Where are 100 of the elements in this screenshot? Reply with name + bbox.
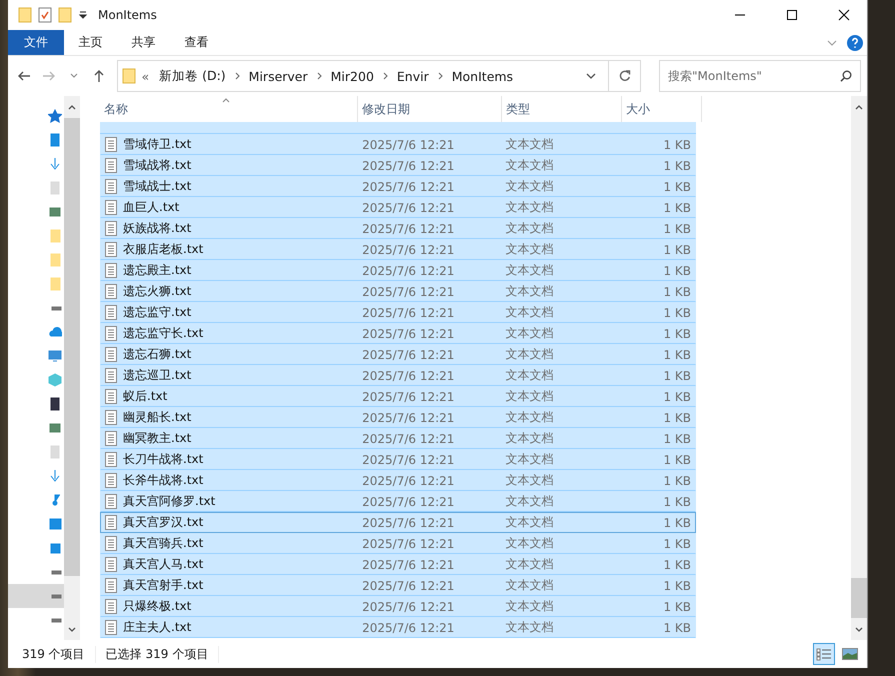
text-file-icon (105, 431, 117, 446)
text-file-icon (105, 347, 117, 362)
modified-date: 2025/7/6 12:21 (361, 368, 456, 382)
file-row[interactable]: 血巨人.txt 2025/7/6 12:21 文本文档 1 KB (100, 197, 696, 218)
scrollbar-thumb[interactable] (64, 118, 80, 576)
file-size: 1 KB (662, 264, 692, 278)
address-bar[interactable]: « 新加卷 (D:) Mirserver Mir200 Envir MonItems (117, 60, 642, 92)
file-size: 1 KB (662, 180, 692, 194)
file-row[interactable]: 真天宫骑兵.txt 2025/7/6 12:21 文本文档 1 KB (100, 533, 696, 554)
text-file-icon (105, 263, 117, 278)
scrollbar[interactable] (851, 96, 867, 640)
star-icon[interactable] (48, 109, 62, 123)
file-name: 只爆终极.txt (123, 598, 192, 615)
text-file-icon (105, 158, 117, 173)
film-icon[interactable] (48, 397, 62, 411)
modified-date: 2025/7/6 12:21 (361, 180, 456, 194)
file-row[interactable]: 只爆终极.txt 2025/7/6 12:21 文本文档 1 KB (100, 596, 696, 617)
file-name: 遗忘监守.txt (123, 304, 192, 321)
file-row[interactable]: 幽灵船长.txt 2025/7/6 12:21 文本文档 1 KB (100, 407, 696, 428)
modified-date: 2025/7/6 12:21 (361, 284, 456, 298)
breadcrumb[interactable]: MonItems (446, 68, 518, 84)
search-field[interactable]: 搜索"MonItems" (659, 60, 862, 92)
file-menu-button[interactable]: 文件 (8, 30, 64, 55)
dropdown-icon[interactable] (586, 73, 596, 79)
cloud-icon[interactable] (48, 325, 62, 339)
scroll-up-icon[interactable] (855, 104, 863, 110)
cube-icon[interactable] (48, 373, 62, 387)
text-file-icon (105, 515, 117, 530)
device-icon[interactable] (48, 133, 62, 147)
file-row[interactable]: 庄主夫人.txt 2025/7/6 12:21 文本文档 1 KB (100, 617, 696, 638)
file-row[interactable]: 雪域战士.txt 2025/7/6 12:21 文本文档 1 KB (100, 176, 696, 197)
dropdown-icon[interactable] (78, 10, 88, 20)
refresh-icon (618, 70, 631, 82)
file-row[interactable]: 妖族战将.txt 2025/7/6 12:21 文本文档 1 KB (100, 218, 696, 239)
monitor-icon[interactable] (48, 349, 62, 363)
file-row[interactable]: 真天宫阿修罗.txt 2025/7/6 12:21 文本文档 1 KB (100, 491, 696, 512)
text-file-icon (105, 221, 117, 236)
modified-date: 2025/7/6 12:21 (361, 200, 456, 214)
file-row[interactable]: 雪域战将.txt 2025/7/6 12:21 文本文档 1 KB (100, 155, 696, 176)
text-file-icon (105, 389, 117, 404)
file-row[interactable]: 遗忘监守长.txt 2025/7/6 12:21 文本文档 1 KB (100, 323, 696, 344)
scroll-down-icon[interactable] (855, 626, 863, 632)
file-row[interactable]: 长斧牛战将.txt 2025/7/6 12:21 文本文档 1 KB (100, 470, 696, 491)
ribbon-tab[interactable]: 共享 (117, 30, 170, 55)
file-row[interactable]: 遗忘巡卫.txt 2025/7/6 12:21 文本文档 1 KB (100, 365, 696, 386)
modified-date: 2025/7/6 12:21 (361, 536, 456, 550)
modified-date: 2025/7/6 12:21 (361, 158, 456, 172)
file-size: 1 KB (662, 494, 692, 508)
chevron-down-icon[interactable] (827, 40, 837, 46)
overflow-chevron[interactable]: « (136, 68, 154, 84)
file-name: 遗忘火狮.txt (123, 283, 192, 300)
file-row[interactable]: 衣服店老板.txt 2025/7/6 12:21 文本文档 1 KB (100, 239, 696, 260)
down-arrow-icon[interactable] (48, 469, 62, 483)
file-size: 1 KB (662, 620, 692, 634)
down-arrow-icon[interactable] (48, 157, 62, 171)
file-row[interactable]: 遗忘火狮.txt 2025/7/6 12:21 文本文档 1 KB (100, 281, 696, 302)
file-row[interactable]: 遗忘殿主.txt 2025/7/6 12:21 文本文档 1 KB (100, 260, 696, 281)
sort-up-icon (222, 98, 230, 103)
file-row[interactable]: 遗忘石狮.txt 2025/7/6 12:21 文本文档 1 KB (100, 344, 696, 365)
breadcrumb[interactable]: Mirserver (244, 68, 313, 84)
properties-icon[interactable] (38, 7, 52, 23)
text-file-icon (105, 599, 117, 614)
image-icon[interactable] (48, 421, 62, 435)
file-size: 1 KB (662, 452, 692, 466)
windows-icon[interactable] (48, 541, 62, 555)
file-row[interactable]: 雪域侍卫.txt 2025/7/6 12:21 文本文档 1 KB (100, 134, 696, 155)
breadcrumb[interactable]: Envir (392, 68, 434, 84)
image-icon[interactable] (48, 205, 62, 219)
details-view-button[interactable] (813, 643, 835, 665)
ribbon-tab[interactable]: 主页 (64, 30, 117, 55)
file-row[interactable]: 幽冥教主.txt 2025/7/6 12:21 文本文档 1 KB (100, 428, 696, 449)
text-file-icon (105, 284, 117, 299)
file-row[interactable]: 真天宫罗汉.txt 2025/7/6 12:21 文本文档 1 KB (100, 512, 696, 533)
file-row[interactable]: 蚁后.txt 2025/7/6 12:21 文本文档 1 KB (100, 386, 696, 407)
file-name: 庄主夫人.txt (123, 619, 192, 636)
file-row[interactable]: 遗忘监守.txt 2025/7/6 12:21 文本文档 1 KB (100, 302, 696, 323)
desktop-icon[interactable] (48, 517, 62, 531)
breadcrumb[interactable]: 新加卷 (D:) (154, 68, 231, 84)
file-size: 1 KB (662, 200, 692, 214)
file-size: 1 KB (662, 158, 692, 172)
breadcrumb[interactable]: Mir200 (326, 68, 379, 84)
scrollbar-thumb[interactable] (851, 578, 867, 618)
new-folder-icon (58, 7, 72, 23)
file-row[interactable]: 长刀牛战将.txt 2025/7/6 12:21 文本文档 1 KB (100, 449, 696, 470)
ribbon-tab[interactable]: 查看 (170, 30, 223, 55)
file-size: 1 KB (662, 578, 692, 592)
scroll-up-icon[interactable] (68, 104, 76, 110)
file-row[interactable]: 真天宫射手.txt 2025/7/6 12:21 文本文档 1 KB (100, 575, 696, 596)
chevron-right-icon (438, 72, 443, 80)
file-name: 蚁后.txt (123, 388, 168, 405)
file-size: 1 KB (662, 558, 692, 572)
scrollbar[interactable] (64, 96, 80, 640)
file-type: 文本文档 (504, 325, 555, 342)
modified-date: 2025/7/6 12:21 (361, 432, 456, 446)
file-size: 1 KB (662, 348, 692, 362)
scroll-down-icon[interactable] (68, 626, 76, 632)
file-name: 遗忘石狮.txt (123, 346, 192, 363)
file-row[interactable]: 真天宫人马.txt 2025/7/6 12:21 文本文档 1 KB (100, 554, 696, 575)
file-size: 1 KB (662, 600, 692, 614)
help-icon[interactable] (847, 34, 863, 50)
